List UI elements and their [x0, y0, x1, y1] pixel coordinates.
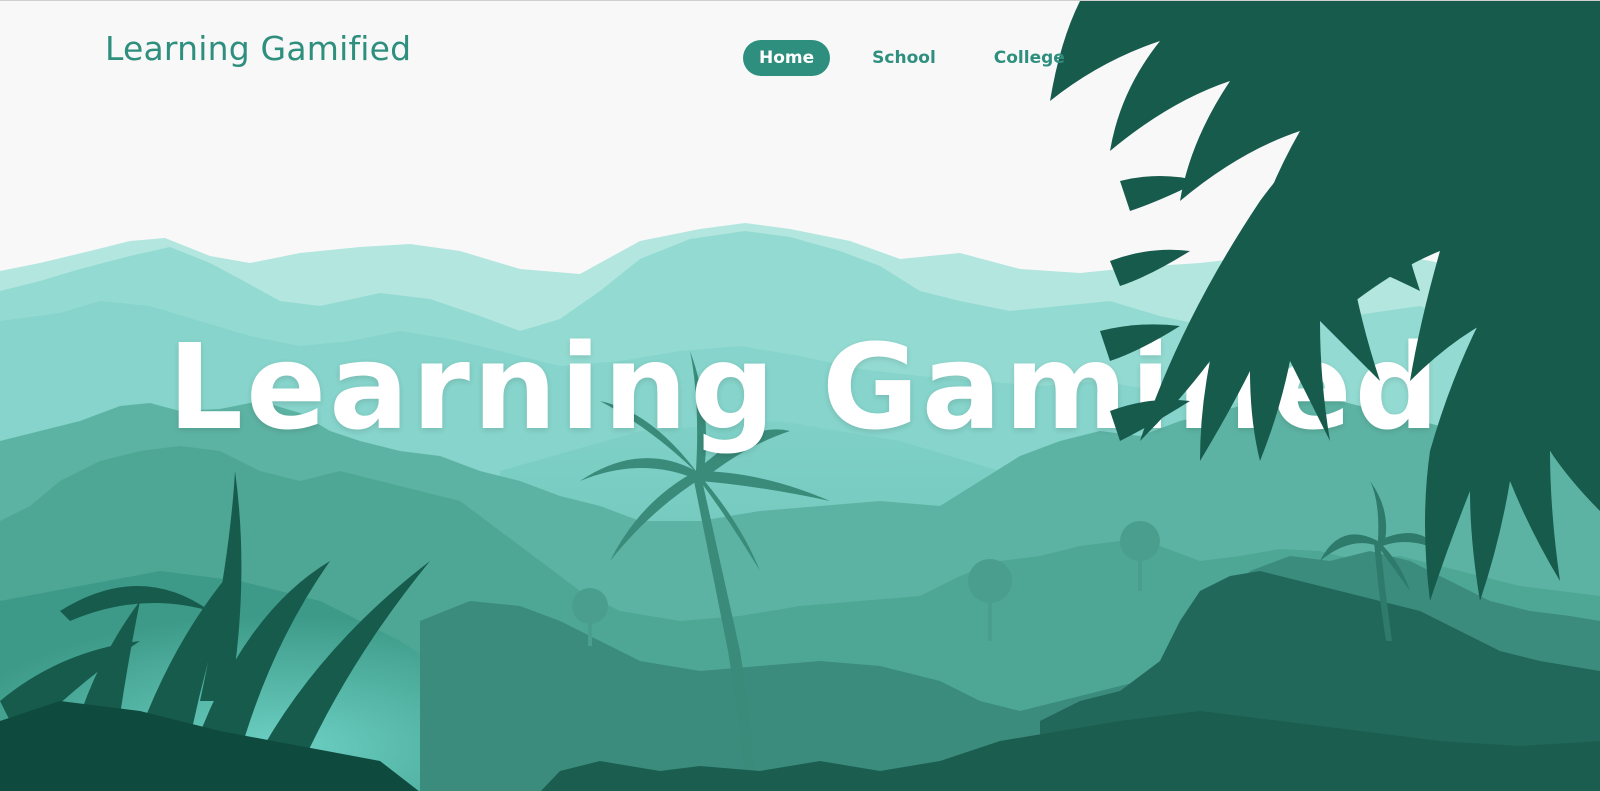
brand-title[interactable]: Learning Gamified [105, 30, 411, 67]
page: Learning Gamified Home School College Le… [0, 0, 1600, 791]
nav-home[interactable]: Home [743, 40, 831, 76]
nav-college[interactable]: College [978, 40, 1081, 76]
main-nav: Home School College [743, 40, 1107, 76]
hero: Learning Gamified [0, 318, 1600, 456]
hero-title: Learning Gamified [167, 318, 1443, 456]
nav-school[interactable]: School [856, 40, 952, 76]
